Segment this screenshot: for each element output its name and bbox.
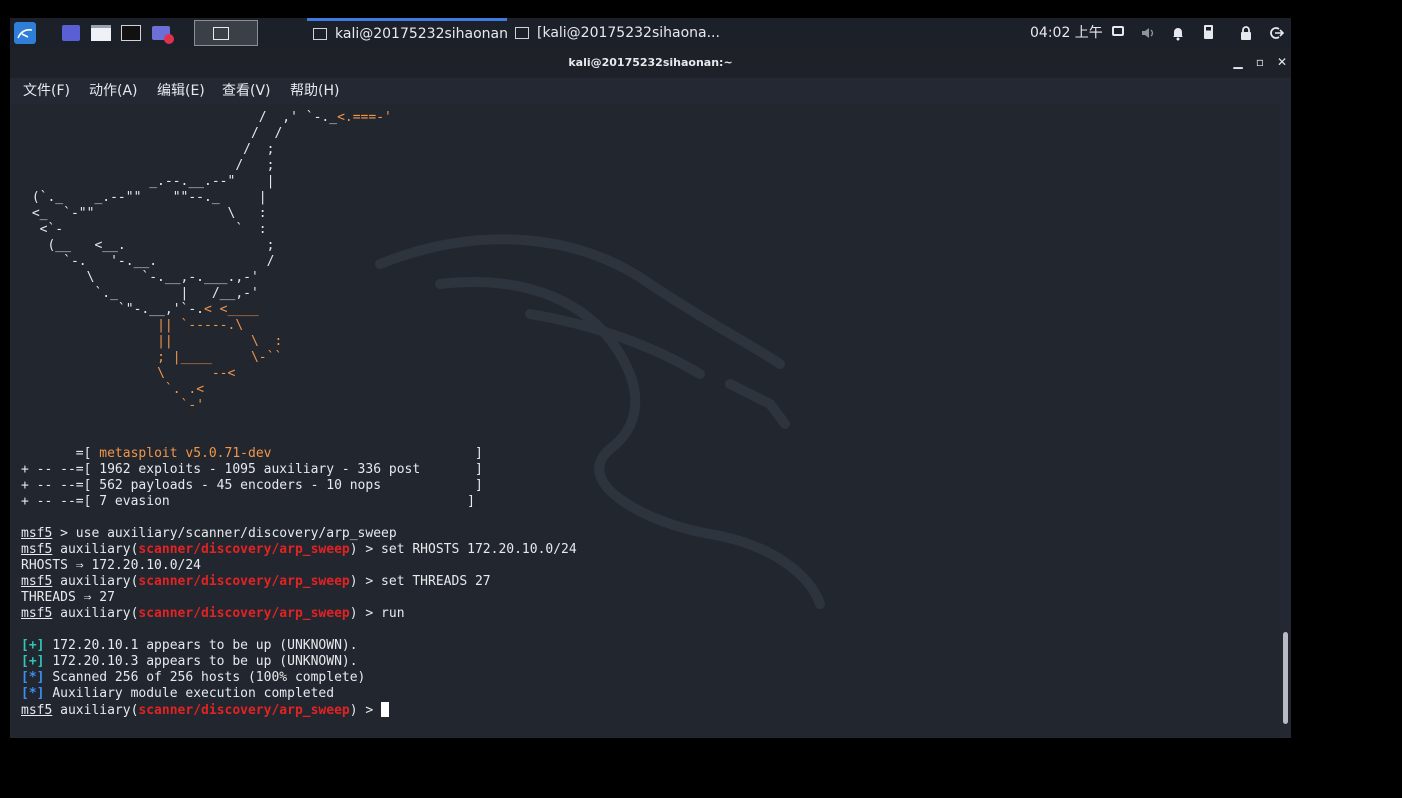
prompt: msf5	[21, 703, 53, 718]
command: use auxiliary/scanner/discovery/arp_swee…	[75, 526, 397, 541]
banner-line: 562 payloads - 45 encoders - 10 nops	[99, 478, 382, 493]
notifications-bell-icon[interactable]	[1170, 25, 1186, 41]
status-tag: +	[28, 654, 37, 669]
module-name: scanner/discovery/arp_sweep	[138, 606, 350, 621]
terminal-icon	[515, 27, 529, 39]
text-cursor	[381, 702, 390, 717]
metasploit-version: metasploit v5.0.71-dev	[99, 446, 272, 461]
file-manager-icon[interactable]	[90, 22, 112, 44]
module-name: scanner/discovery/arp_sweep	[138, 574, 350, 589]
menu-actions[interactable]: 动作(A)	[89, 78, 138, 104]
result-line: Scanned 256 of 256 hosts (100% complete)	[52, 670, 366, 685]
output-line: THREADS ⇒ 27	[21, 590, 115, 605]
result-line: Auxiliary module execution completed	[52, 686, 335, 701]
kali-menu-icon[interactable]	[14, 22, 36, 44]
display-icon[interactable]	[1110, 25, 1126, 41]
menu-view[interactable]: 查看(V)	[222, 78, 271, 104]
volume-icon[interactable]	[1140, 25, 1156, 41]
logout-icon[interactable]	[1268, 25, 1285, 41]
prompt: msf5	[21, 542, 53, 557]
lock-screen-icon[interactable]	[1238, 25, 1254, 41]
menu-edit[interactable]: 编辑(E)	[157, 78, 205, 104]
taskbar-item-terminal-2[interactable]: [kali@20175232sihaona...	[509, 18, 719, 48]
taskbar-item-label: kali@20175232sihaonan...	[335, 26, 507, 42]
command: set RHOSTS 172.20.10.0/24	[381, 542, 577, 557]
module-name: scanner/discovery/arp_sweep	[138, 703, 350, 718]
output-line: RHOSTS ⇒ 172.20.10.0/24	[21, 558, 202, 573]
battery-icon[interactable]	[1200, 25, 1216, 41]
scrollbar[interactable]	[1280, 104, 1291, 738]
screen-recorder-icon[interactable]	[150, 22, 174, 44]
taskbar-item-terminal-1[interactable]: kali@20175232sihaonan...	[307, 18, 507, 48]
prompt: msf5	[21, 526, 53, 541]
menu-file[interactable]: 文件(F)	[23, 78, 70, 104]
status-tag: *	[28, 670, 37, 685]
window-title: kali@20175232sihaonan:~	[568, 56, 733, 69]
terminal-icon	[313, 28, 327, 40]
terminal-output[interactable]: / ,' `-._<.===-' / / / ; / ; _.--.__.--"…	[10, 104, 1280, 738]
command: set THREADS 27	[381, 574, 491, 589]
result-line: 172.20.10.3 appears to be up (UNKNOWN).	[52, 654, 358, 669]
show-desktop-icon[interactable]	[60, 22, 82, 44]
menu-help[interactable]: 帮助(H)	[290, 78, 339, 104]
active-workspace-button[interactable]	[194, 20, 258, 46]
window-titlebar[interactable]: kali@20175232sihaonan:~ ▁ ▫ ✕	[10, 48, 1291, 78]
banner-line: 1962 exploits - 1095 auxiliary - 336 pos…	[99, 462, 421, 477]
taskbar: kali@20175232sihaonan... [kali@20175232s…	[10, 18, 1291, 48]
taskbar-item-label: [kali@20175232sihaona...	[537, 25, 719, 41]
minimize-icon[interactable]: ▁	[1231, 55, 1245, 69]
command: run	[381, 606, 405, 621]
status-tag: *	[28, 686, 37, 701]
result-line: 172.20.10.1 appears to be up (UNKNOWN).	[52, 638, 358, 653]
msf-session: msf5 > use auxiliary/scanner/discovery/a…	[21, 526, 577, 718]
prompt: msf5	[21, 606, 53, 621]
metasploit-banner: =[ metasploit v5.0.71-dev ] + -- --=[ 19…	[21, 446, 483, 509]
status-tag: +	[28, 638, 37, 653]
menubar: 文件(F) 动作(A) 编辑(E) 查看(V) 帮助(H)	[10, 78, 1291, 104]
terminal-launcher-icon[interactable]	[120, 22, 142, 44]
terminal-icon	[213, 27, 229, 40]
terminal-window: kali@20175232sihaonan:~ ▁ ▫ ✕ 文件(F) 动作(A…	[10, 48, 1291, 738]
maximize-icon[interactable]: ▫	[1253, 55, 1267, 69]
ascii-art-logo: / ,' `-._<.===-' / / / ; / ; _.--.__.--"…	[24, 110, 392, 413]
module-name: scanner/discovery/arp_sweep	[138, 542, 350, 557]
prompt: msf5	[21, 574, 53, 589]
clock[interactable]: 04:02 上午	[1030, 18, 1103, 48]
scrollbar-thumb[interactable]	[1283, 632, 1288, 724]
close-icon[interactable]: ✕	[1275, 55, 1289, 69]
banner-line: 7 evasion	[99, 494, 170, 509]
